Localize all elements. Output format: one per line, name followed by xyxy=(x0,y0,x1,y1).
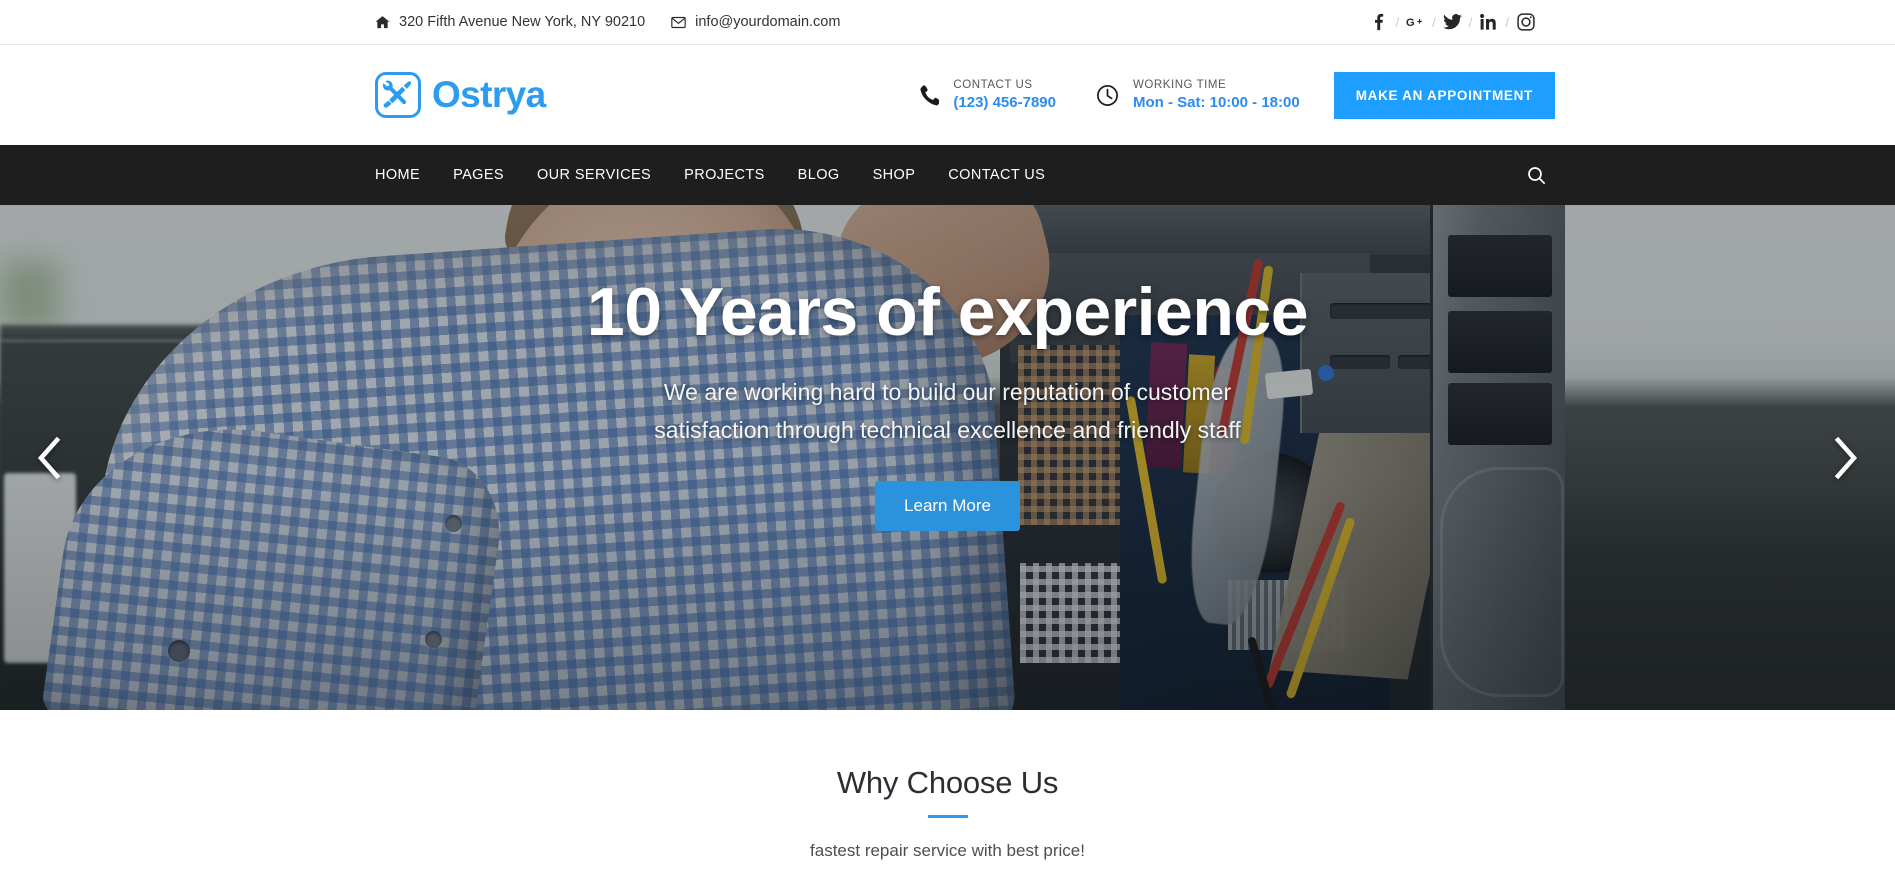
top-bar-contact-info: 320 Fifth Avenue New York, NY 90210 info… xyxy=(375,14,840,30)
nav-items: HOME PAGES OUR SERVICES PROJECTS BLOG SH… xyxy=(375,167,1045,183)
linkedin-icon[interactable] xyxy=(1479,13,1498,32)
email-text: info@yourdomain.com xyxy=(695,14,841,30)
site-header: Ostrya CONTACT US (123) 456-7890 WORKING… xyxy=(0,45,1895,145)
working-time-label: WORKING TIME xyxy=(1132,79,1227,91)
hero-title: 10 Years of experience xyxy=(586,274,1309,350)
nav-item-contact-us[interactable]: CONTACT US xyxy=(948,167,1045,183)
wrench-screwdriver-icon xyxy=(375,72,421,118)
contact-us-label: CONTACT US xyxy=(953,79,1033,91)
header-contact-group: CONTACT US (123) 456-7890 WORKING TIME M… xyxy=(916,79,1300,111)
hero-slider: 10 Years of experience We are working ha… xyxy=(0,205,1895,710)
svg-text:G: G xyxy=(1406,17,1415,29)
chevron-right-icon[interactable] xyxy=(1817,430,1873,486)
social-separator: / xyxy=(1468,14,1473,30)
logo[interactable]: Ostrya xyxy=(375,72,546,118)
search-icon[interactable] xyxy=(1525,164,1547,186)
instagram-icon[interactable] xyxy=(1516,13,1535,32)
email-item[interactable]: info@yourdomain.com xyxy=(671,14,840,30)
section-subtitle: fastest repair service with best price! xyxy=(810,841,1085,860)
contact-us-block[interactable]: CONTACT US (123) 456-7890 xyxy=(916,79,1056,111)
twitter-icon[interactable] xyxy=(1442,13,1462,32)
nav-item-blog[interactable]: BLOG xyxy=(798,167,840,183)
hero-subtitle: We are working hard to build our reputat… xyxy=(654,379,1241,443)
contact-phone-number[interactable]: (123) 456-7890 xyxy=(953,94,1056,111)
make-an-appointment-button[interactable]: MAKE AN APPOINTMENT xyxy=(1333,71,1555,119)
learn-more-button[interactable]: Learn More xyxy=(875,480,1020,531)
main-navigation: HOME PAGES OUR SERVICES PROJECTS BLOG SH… xyxy=(0,145,1895,205)
nav-item-projects[interactable]: PROJECTS xyxy=(684,167,765,183)
google-plus-icon[interactable]: G xyxy=(1406,13,1425,32)
top-bar: 320 Fifth Avenue New York, NY 90210 info… xyxy=(0,0,1895,45)
facebook-icon[interactable] xyxy=(1370,13,1389,32)
social-separator: / xyxy=(1432,14,1436,30)
phone-icon xyxy=(916,83,940,107)
working-time-block: WORKING TIME Mon - Sat: 10:00 - 18:00 xyxy=(1096,79,1300,111)
title-underline-accent xyxy=(927,815,968,818)
clock-icon xyxy=(1096,83,1120,107)
section-title: Why Choose Us xyxy=(836,765,1059,800)
social-separator: / xyxy=(1395,14,1400,30)
social-separator: / xyxy=(1505,14,1509,30)
why-choose-us-section: Why Choose Us fastest repair service wit… xyxy=(0,710,1895,861)
nav-item-shop[interactable]: SHOP xyxy=(873,167,916,183)
chevron-left-icon[interactable] xyxy=(22,430,78,486)
social-links: / G / / / xyxy=(1370,13,1536,32)
envelope-icon xyxy=(671,15,686,30)
logo-text: Ostrya xyxy=(432,74,546,115)
address-item: 320 Fifth Avenue New York, NY 90210 xyxy=(375,14,645,30)
nav-item-home[interactable]: HOME xyxy=(375,167,420,183)
address-text: 320 Fifth Avenue New York, NY 90210 xyxy=(399,14,646,30)
hero-content: 10 Years of experience We are working ha… xyxy=(0,205,1895,710)
nav-item-our-services[interactable]: OUR SERVICES xyxy=(537,167,651,183)
working-time-value: Mon - Sat: 10:00 - 18:00 xyxy=(1132,94,1300,111)
nav-item-pages[interactable]: PAGES xyxy=(453,167,504,183)
home-icon xyxy=(375,15,390,30)
